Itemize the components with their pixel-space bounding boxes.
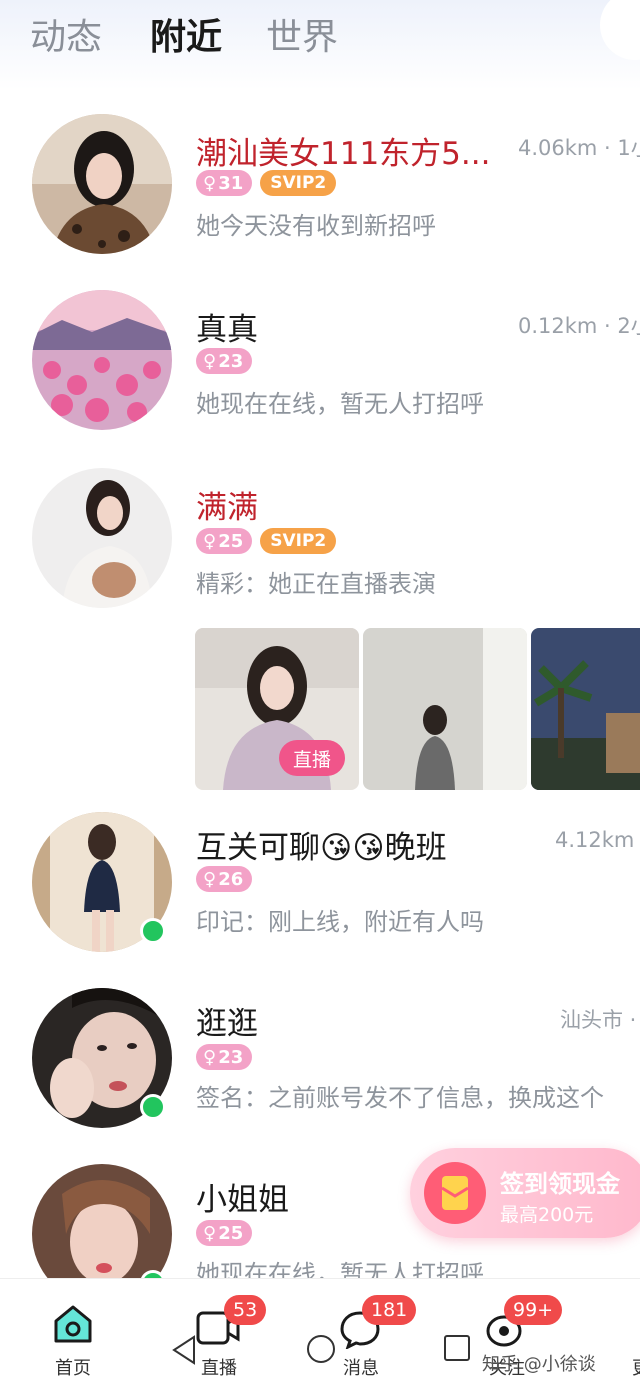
nav-home[interactable]: 首页 <box>18 1279 128 1387</box>
online-indicator <box>140 1094 166 1120</box>
user-badges: ♀ 25 <box>196 1220 253 1246</box>
message-count-badge: 181 <box>362 1295 417 1325</box>
svip-badge: SVIP2 <box>260 170 337 196</box>
checkin-title: 签到领现金 <box>500 1170 620 1198</box>
user-distance-time: 0.12km · 2小 <box>518 314 640 338</box>
tab-world[interactable]: 世界 <box>266 8 338 60</box>
svip-badge: SVIP2 <box>260 528 337 554</box>
system-recents-icon[interactable] <box>442 1333 472 1363</box>
female-age-badge: ♀ 25 <box>196 1220 253 1246</box>
watermark: 知乎 @小徐谈 <box>482 1354 596 1375</box>
tab-feed[interactable]: 动态 <box>30 8 102 60</box>
age-label: 26 <box>218 868 244 890</box>
female-icon: ♀ <box>203 868 217 890</box>
age-label: 25 <box>218 530 244 552</box>
age-label: 23 <box>218 350 244 372</box>
list-item[interactable]: 真真 0.12km · 2小 ♀ 23 她现在在线，暂无人打招呼 <box>0 290 640 450</box>
age-label: 31 <box>218 172 244 194</box>
checkin-cash-banner[interactable]: 签到领现金 最高200元 <box>410 1148 640 1238</box>
user-name: 互关可聊😘😘晚班 <box>196 830 447 866</box>
age-label: 23 <box>218 1046 244 1068</box>
user-distance-time: 4.12km · <box>555 828 640 852</box>
live-tag: 直播 <box>279 740 345 776</box>
user-status: 印记：刚上线，附近有人吗 <box>196 908 484 936</box>
female-icon: ♀ <box>203 1046 217 1068</box>
user-name: 潮汕美女111东方5... <box>196 136 491 172</box>
user-badges: ♀ 26 <box>196 866 253 892</box>
female-icon: ♀ <box>203 350 217 372</box>
avatar[interactable] <box>32 290 172 430</box>
user-badges: ♀ 31 SVIP2 <box>196 170 337 196</box>
user-badges: ♀ 25 SVIP2 <box>196 528 337 554</box>
nav-more[interactable]: 更 <box>596 1279 640 1387</box>
red-envelope-icon <box>424 1162 486 1224</box>
nav-label: 更 <box>632 1354 640 1380</box>
top-tab-bar: 动态 附近 世界 <box>0 0 640 90</box>
user-status: 她现在在线，暂无人打招呼 <box>196 1260 484 1278</box>
female-age-badge: ♀ 25 <box>196 528 253 554</box>
user-photo[interactable] <box>363 628 527 790</box>
user-badges: ♀ 23 <box>196 1044 253 1070</box>
avatar[interactable] <box>32 468 172 608</box>
list-item[interactable]: 逛逛 汕头市 · ♀ 23 签名：之前账号发不了信息，换成这个 <box>0 988 640 1148</box>
age-label: 25 <box>218 1222 244 1244</box>
female-icon: ♀ <box>203 1222 217 1244</box>
user-name: 逛逛 <box>196 1006 258 1042</box>
top-right-button[interactable] <box>600 0 640 60</box>
avatar[interactable] <box>32 1164 172 1278</box>
user-name: 满满 <box>196 490 258 526</box>
user-name: 小姐姐 <box>196 1182 289 1218</box>
user-status: 签名：之前账号发不了信息，换成这个 <box>196 1084 604 1112</box>
user-distance-time: 4.06km · 1小 <box>518 136 640 160</box>
avatar[interactable] <box>32 114 172 254</box>
system-back-icon[interactable] <box>170 1333 198 1367</box>
list-item[interactable]: 互关可聊😘😘晚班 4.12km · ♀ 26 印记：刚上线，附近有人吗 <box>0 810 640 970</box>
female-age-badge: ♀ 23 <box>196 348 253 374</box>
user-location: 汕头市 · <box>560 1008 637 1032</box>
user-photo[interactable] <box>531 628 640 790</box>
follow-count-badge: 99+ <box>504 1295 563 1325</box>
checkin-subtitle: 最高200元 <box>500 1204 594 1226</box>
live-count-badge: 53 <box>224 1295 267 1325</box>
live-photo[interactable]: 直播 <box>195 628 359 790</box>
female-age-badge: ♀ 31 <box>196 170 253 196</box>
user-status: 她现在在线，暂无人打招呼 <box>196 390 484 418</box>
user-status: 她今天没有收到新招呼 <box>196 212 436 240</box>
female-icon: ♀ <box>203 530 217 552</box>
list-item[interactable]: 潮汕美女111东方5... 4.06km · 1小 ♀ 31 SVIP2 她今天没… <box>0 112 640 272</box>
user-name: 真真 <box>196 312 258 348</box>
female-age-badge: ♀ 23 <box>196 1044 253 1070</box>
female-age-badge: ♀ 26 <box>196 866 253 892</box>
female-icon: ♀ <box>203 172 217 194</box>
tab-nearby[interactable]: 附近 <box>150 8 222 60</box>
user-status: 精彩：她正在直播表演 <box>196 570 436 598</box>
system-home-icon[interactable] <box>305 1333 337 1365</box>
nav-label: 首页 <box>55 1358 91 1379</box>
user-badges: ♀ 23 <box>196 348 253 374</box>
online-indicator <box>140 918 166 944</box>
home-icon <box>54 1305 92 1343</box>
